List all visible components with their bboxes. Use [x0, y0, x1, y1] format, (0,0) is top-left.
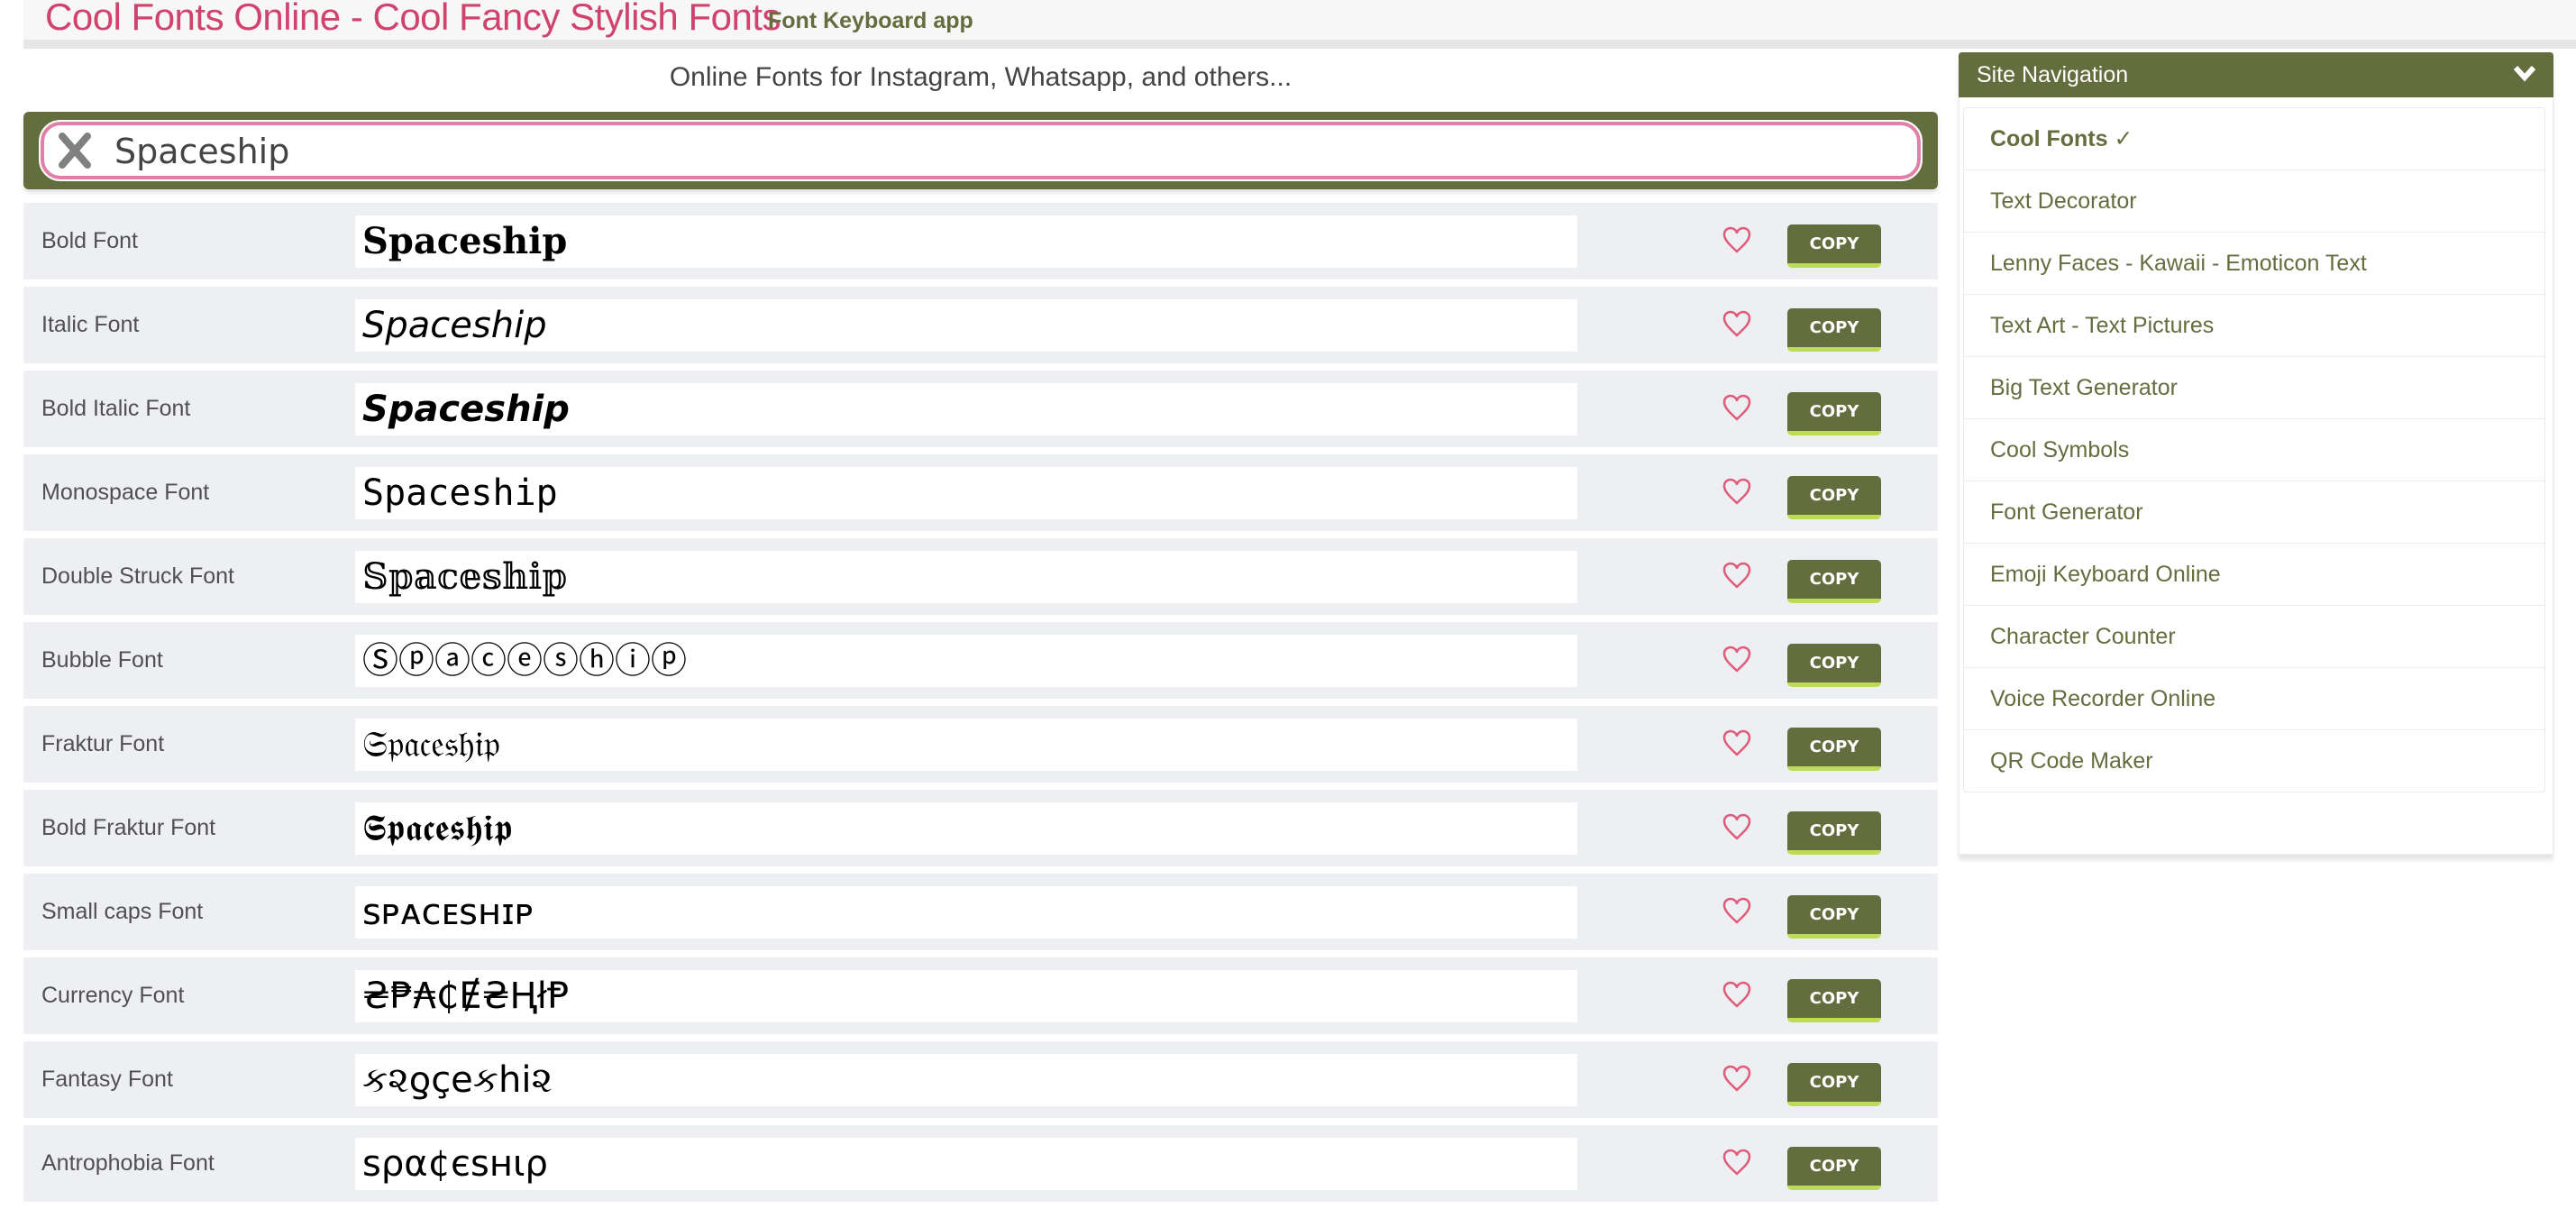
copy-button[interactable]: COPY	[1787, 1063, 1881, 1106]
font-row: Small caps Font ꜱᴘᴀᴄᴇꜱʜɪᴘ COPY	[23, 874, 1938, 950]
nav-item[interactable]: Font Generator	[1964, 481, 2544, 544]
nav-list-spacer	[1964, 792, 2544, 855]
copy-button[interactable]: COPY	[1787, 811, 1881, 855]
site-navigation-title: Site Navigation	[1977, 62, 2129, 87]
font-row: Bold Font 𝐒𝐩𝐚𝐜𝐞𝐬𝐡𝐢𝐩 COPY	[23, 203, 1938, 279]
search-box	[39, 120, 1923, 181]
heart-outline-icon[interactable]	[1722, 477, 1752, 506]
font-label: Bubble Font	[41, 647, 163, 673]
heart-outline-icon[interactable]	[1722, 1148, 1752, 1177]
copy-button[interactable]: COPY	[1787, 644, 1881, 687]
font-row: Fraktur Font 𝔖𝔭𝔞𝔠𝔢𝔰𝔥𝔦𝔭 COPY	[23, 706, 1938, 783]
font-row: Currency Font ₴₱₳₵Ɇ₴ⱧłⱣ COPY	[23, 957, 1938, 1034]
nav-item[interactable]: Lenny Faces - Kawaii - Emoticon Text	[1964, 233, 2544, 295]
font-label: Small caps Font	[41, 899, 204, 924]
copy-button[interactable]: COPY	[1787, 392, 1881, 435]
font-preview[interactable]: 𝚂𝚙𝚊𝚌𝚎𝚜𝚑𝚒𝚙	[355, 467, 1577, 519]
chevron-down-icon[interactable]	[2513, 65, 2536, 83]
nav-item[interactable]: Text Decorator	[1964, 170, 2544, 233]
copy-button[interactable]: COPY	[1787, 476, 1881, 519]
font-row: Bubble Font Ⓢⓟⓐⓒⓔⓢⓗⓘⓟ COPY	[23, 622, 1938, 699]
font-row: Monospace Font 𝚂𝚙𝚊𝚌𝚎𝚜𝚑𝚒𝚙 COPY	[23, 454, 1938, 531]
heart-outline-icon[interactable]	[1722, 896, 1752, 925]
font-label: Double Struck Font	[41, 563, 234, 589]
font-preview[interactable]: 𝕾𝖕𝖆𝖈𝖊𝖘𝖍𝖎𝖕	[355, 802, 1577, 855]
font-label: Fraktur Font	[41, 731, 165, 756]
site-navigation-panel: Site Navigation Cool Fonts ✓ Text Decorat…	[1959, 52, 2553, 855]
font-list: Bold Font 𝐒𝐩𝐚𝐜𝐞𝐬𝐡𝐢𝐩 COPY Italic Font 𝘚𝘱𝘢…	[23, 203, 1938, 1209]
heart-outline-icon[interactable]	[1722, 728, 1752, 757]
nav-item[interactable]: Character Counter	[1964, 606, 2544, 668]
font-label: Currency Font	[41, 983, 185, 1008]
heart-outline-icon[interactable]	[1722, 645, 1752, 673]
font-row: Fantasy Font ક૨ƍçeકhi૨ COPY	[23, 1041, 1938, 1118]
search-input[interactable]	[113, 127, 1829, 176]
close-x-icon[interactable]	[55, 131, 95, 170]
font-label: Bold Font	[41, 228, 139, 253]
font-label: Fantasy Font	[41, 1067, 173, 1092]
copy-button[interactable]: COPY	[1787, 560, 1881, 603]
font-preview[interactable]: ꜱᴘᴀᴄᴇꜱʜɪᴘ	[355, 886, 1577, 939]
font-label: Monospace Font	[41, 480, 210, 505]
font-preview[interactable]: ₴₱₳₵Ɇ₴ⱧłⱣ	[355, 970, 1577, 1022]
font-row: Bold Italic Font 𝙎𝙥𝙖𝙘𝙚𝙨𝙝𝙞𝙥 COPY	[23, 371, 1938, 447]
nav-item[interactable]: Text Art - Text Pictures	[1964, 295, 2544, 357]
font-row: Antrophobia Font ѕρα¢єѕнιρ COPY	[23, 1125, 1938, 1202]
heart-outline-icon[interactable]	[1722, 812, 1752, 841]
font-label: Bold Italic Font	[41, 396, 191, 421]
font-row: Italic Font 𝘚𝘱𝘢𝘤𝘦𝘴𝘩𝘪𝘱 COPY	[23, 287, 1938, 363]
heart-outline-icon[interactable]	[1722, 225, 1752, 254]
site-navigation-header[interactable]: Site Navigation	[1959, 52, 2553, 97]
nav-item[interactable]: Emoji Keyboard Online	[1964, 544, 2544, 606]
nav-item[interactable]: Voice Recorder Online	[1964, 668, 2544, 730]
font-preview[interactable]: 𝘚𝘱𝘢𝘤𝘦𝘴𝘩𝘪𝘱	[355, 299, 1577, 352]
font-preview[interactable]: ક૨ƍçeકhi૨	[355, 1054, 1577, 1106]
heart-outline-icon[interactable]	[1722, 1064, 1752, 1093]
heart-outline-icon[interactable]	[1722, 309, 1752, 338]
font-row: Double Struck Font 𝕊𝕡𝕒𝕔𝕖𝕤𝕙𝕚𝕡 COPY	[23, 538, 1938, 615]
font-preview[interactable]: 𝐒𝐩𝐚𝐜𝐞𝐬𝐡𝐢𝐩	[355, 215, 1577, 268]
copy-button[interactable]: COPY	[1787, 1147, 1881, 1190]
copy-button[interactable]: COPY	[1787, 308, 1881, 352]
heart-outline-icon[interactable]	[1722, 980, 1752, 1009]
font-preview[interactable]: Ⓢⓟⓐⓒⓔⓢⓗⓘⓟ	[355, 635, 1577, 687]
font-label: Italic Font	[41, 312, 140, 337]
font-preview[interactable]: 𝕊𝕡𝕒𝕔𝕖𝕤𝕙𝕚𝕡	[355, 551, 1577, 603]
nav-item[interactable]: Cool Fonts ✓	[1964, 108, 2544, 170]
heart-outline-icon[interactable]	[1722, 561, 1752, 590]
search-bar	[23, 112, 1938, 189]
font-preview[interactable]: 𝙎𝙥𝙖𝙘𝙚𝙨𝙝𝙞𝙥	[355, 383, 1577, 435]
font-preview[interactable]: ѕρα¢єѕнιρ	[355, 1138, 1577, 1190]
site-header: Cool Fonts Online - Cool Fancy Stylish F…	[23, 0, 2576, 49]
copy-button[interactable]: COPY	[1787, 224, 1881, 268]
font-label: Bold Fraktur Font	[41, 815, 216, 840]
tagline: Online Fonts for Instagram, Whatsapp, an…	[669, 62, 1293, 92]
heart-outline-icon[interactable]	[1722, 393, 1752, 422]
site-title[interactable]: Cool Fonts Online - Cool Fancy Stylish F…	[45, 0, 781, 40]
font-label: Antrophobia Font	[41, 1150, 215, 1176]
copy-button[interactable]: COPY	[1787, 728, 1881, 771]
copy-button[interactable]: COPY	[1787, 895, 1881, 939]
copy-button[interactable]: COPY	[1787, 979, 1881, 1022]
font-keyboard-app-link[interactable]: Font Keyboard app	[768, 7, 973, 34]
nav-item[interactable]: Cool Symbols	[1964, 419, 2544, 481]
font-row: Bold Fraktur Font 𝕾𝖕𝖆𝖈𝖊𝖘𝖍𝖎𝖕 COPY	[23, 790, 1938, 866]
site-navigation-list: Cool Fonts ✓ Text Decorator Lenny Faces - …	[1963, 107, 2545, 792]
nav-item[interactable]: QR Code Maker	[1964, 730, 2544, 792]
font-preview[interactable]: 𝔖𝔭𝔞𝔠𝔢𝔰𝔥𝔦𝔭	[355, 719, 1577, 771]
nav-item[interactable]: Big Text Generator	[1964, 357, 2544, 419]
